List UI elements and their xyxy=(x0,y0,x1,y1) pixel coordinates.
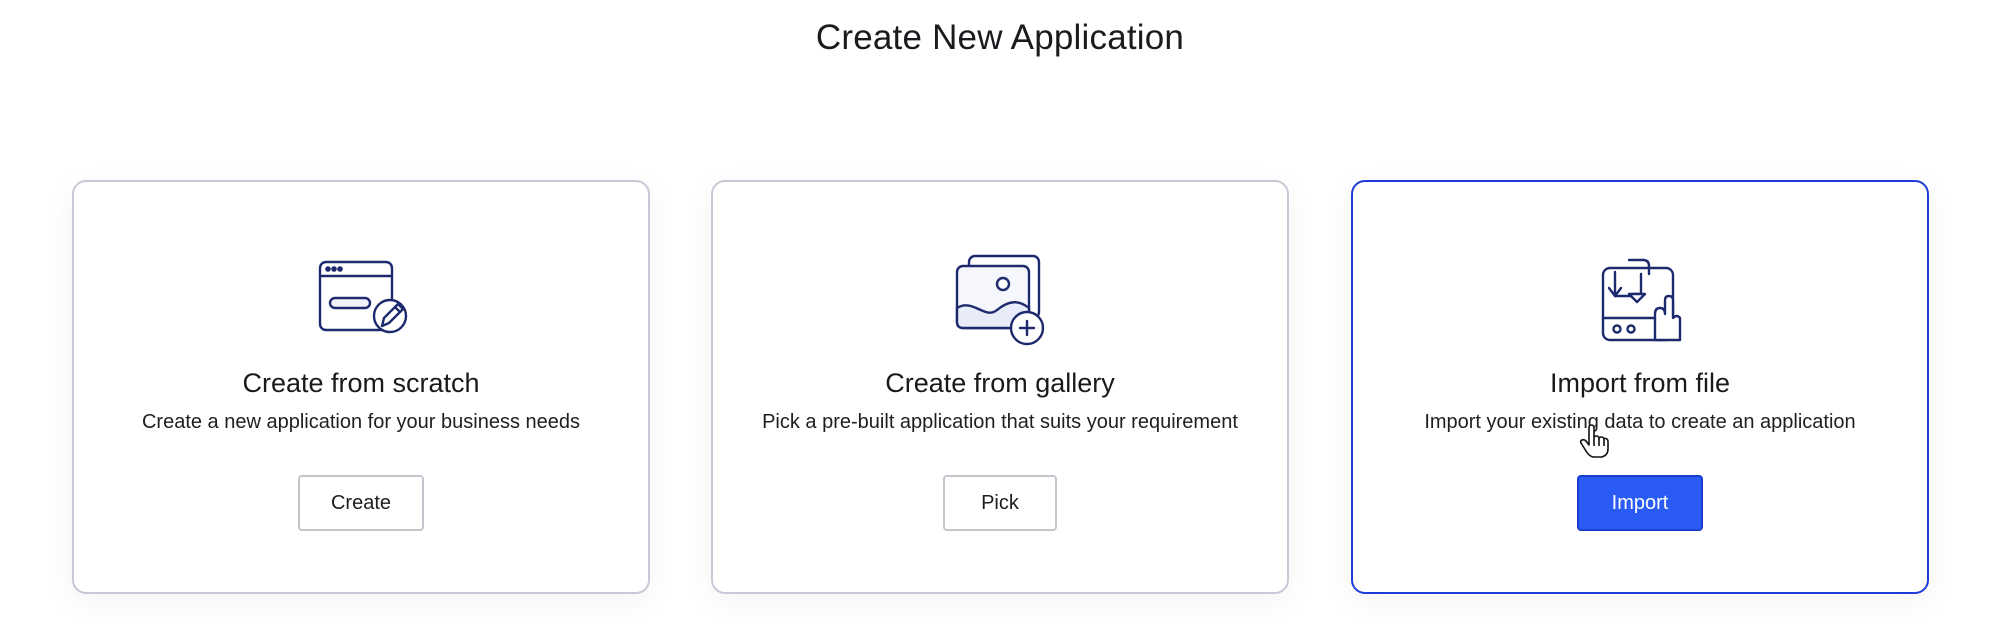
card-title: Create from gallery xyxy=(885,368,1115,398)
import-hand-icon xyxy=(1601,258,1682,342)
card-create-from-scratch[interactable]: Create from scratch Create a new applica… xyxy=(72,180,650,594)
card-description: Pick a pre-built application that suits … xyxy=(762,411,1238,433)
option-cards: Create from scratch Create a new applica… xyxy=(72,180,1929,596)
browser-window-pencil-icon xyxy=(318,260,408,334)
hand-cursor-icon xyxy=(1579,424,1609,458)
card-create-from-gallery[interactable]: Create from gallery Pick a pre-built app… xyxy=(711,180,1289,594)
page: Create New Application Create from scrat… xyxy=(0,0,2000,630)
page-title: Create New Application xyxy=(815,18,1185,57)
card-description: Create a new application for your busine… xyxy=(141,411,581,433)
card-title: Create from scratch xyxy=(242,368,480,398)
import-button[interactable]: Import xyxy=(1577,475,1703,531)
create-button[interactable]: Create xyxy=(298,475,424,531)
card-title: Import from file xyxy=(1549,368,1731,398)
card-import-from-file[interactable]: Import from file Import your existing da… xyxy=(1351,180,1929,594)
pick-button[interactable]: Pick xyxy=(943,475,1057,531)
card-description: Import your existing data to create an a… xyxy=(1424,411,1856,433)
image-gallery-add-icon xyxy=(955,254,1045,346)
